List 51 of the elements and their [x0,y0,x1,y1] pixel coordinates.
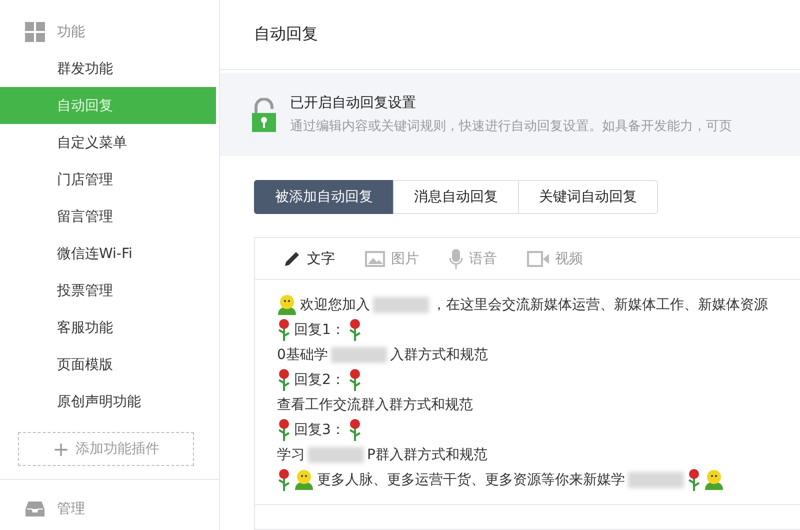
banner-title: 已开启自动回复设置 [290,94,417,112]
rose-icon [277,418,291,440]
tab[interactable]: 消息自动回复 [393,180,519,214]
microphone-icon [449,248,463,268]
smiley-icon [704,469,724,490]
message-text: 入群方式和规范 [390,346,488,364]
message-text: P群入群方式和规范 [367,446,488,464]
message-text: 回复3： [294,420,345,438]
tab[interactable]: 关键词自动回复 [518,180,658,214]
sidebar-item[interactable]: 原创声明功能 [0,383,216,420]
message-text: 查看工作交流群入群方式和规范 [277,396,473,414]
page-title: 自动回复 [220,0,800,70]
rose-icon [348,368,362,390]
message-text: 欢迎您加入 [300,296,370,314]
sidebar-item[interactable]: 微信连Wi-Fi [0,235,216,272]
section-label: 功能 [57,23,85,41]
inbox-icon [25,500,45,518]
sidebar-item[interactable]: 群发功能 [0,50,216,87]
message-text: 学习 [277,446,305,464]
message-text: ，在这里会交流新媒体运营、新媒体工作、新媒体资源 [432,296,768,314]
sidebar-item[interactable]: 投票管理 [0,272,216,309]
banner-description: 通过编辑内容或关键词规则，快速进行自动回复设置。如具备开发能力，可页 [290,118,732,135]
section-label: 管理 [57,500,85,518]
smiley-icon [294,469,314,490]
sidebar-item[interactable]: 客服功能 [0,309,216,346]
blurred-text [308,446,364,462]
unlocked-padlock-icon [252,98,276,132]
rose-icon [687,468,701,490]
blurred-text [628,472,684,488]
sidebar-item[interactable]: 门店管理 [0,161,216,198]
sidebar-item[interactable]: 页面模版 [0,346,216,383]
image-icon [365,250,385,266]
blurred-text [373,296,429,312]
message-text: 更多人脉、更多运营干货、更多资源等你来新媒学 [317,470,625,488]
rose-icon [348,318,362,340]
smiley-icon [277,294,297,315]
sidebar-item[interactable]: 留言管理 [0,198,216,235]
message-text: 0基础学 [277,346,328,364]
grid-icon [25,22,45,42]
rose-icon [277,468,291,490]
tab[interactable]: 被添加自动回复 [254,180,394,214]
video-camera-icon [527,250,549,266]
message-text: 回复2： [294,370,345,388]
rose-icon [348,418,362,440]
blurred-text [330,346,387,362]
media-type-button[interactable]: 文字 [283,250,335,268]
rose-icon [277,368,291,390]
pencil-icon [283,250,301,268]
sidebar-item[interactable]: 自定义菜单 [0,124,216,161]
rose-icon [277,318,291,340]
message-text: 回复1： [294,320,345,338]
